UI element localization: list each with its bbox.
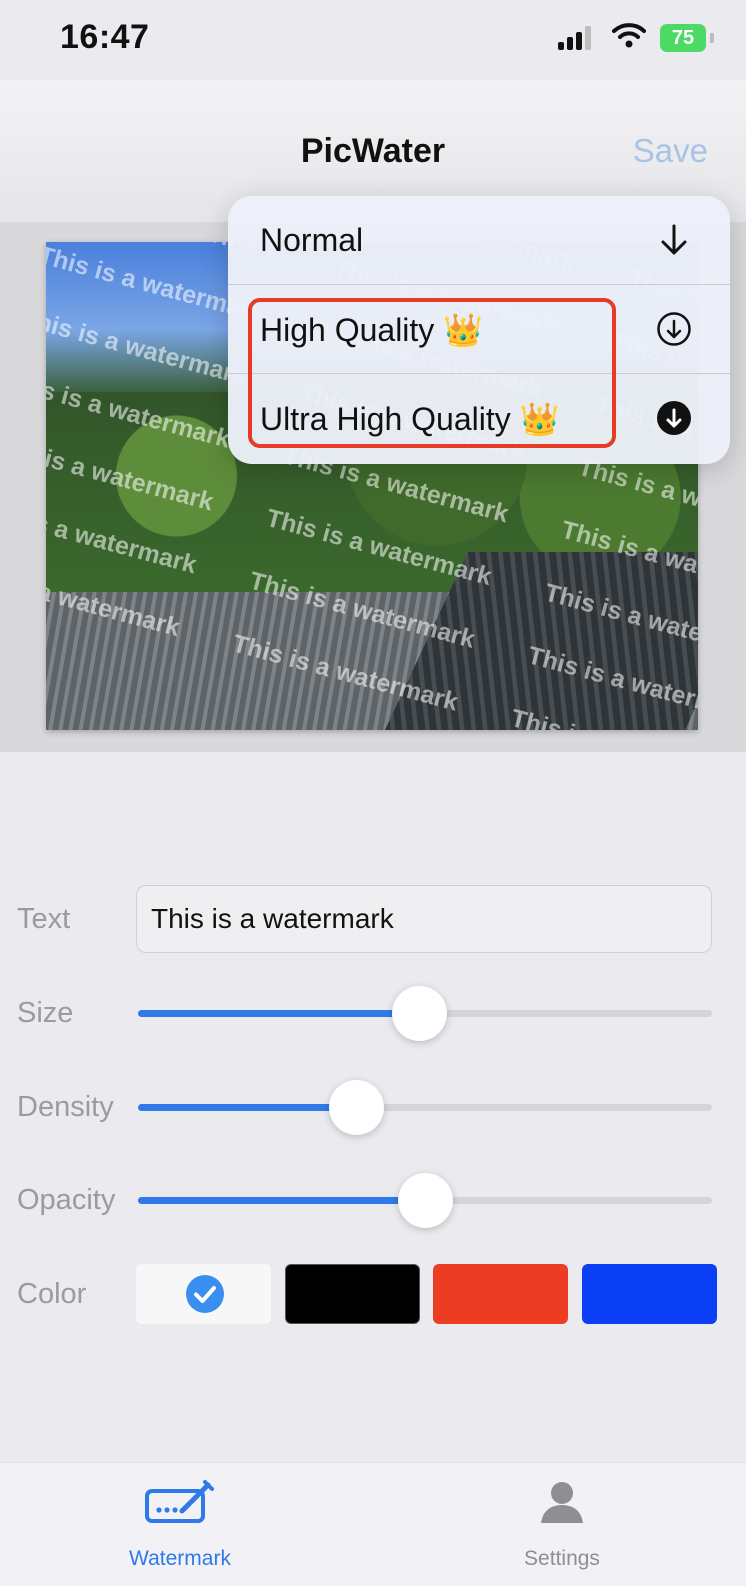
slider-thumb[interactable] bbox=[329, 1080, 384, 1135]
status-bar: 16:47 75 bbox=[0, 0, 746, 80]
premium-options-highlight bbox=[248, 298, 616, 448]
checkmark-icon bbox=[186, 1275, 224, 1313]
tab-settings[interactable]: Settings bbox=[462, 1463, 662, 1586]
menu-item-label: Normal bbox=[260, 222, 364, 258]
slider-fill bbox=[138, 1010, 419, 1017]
color-swatch-black[interactable] bbox=[285, 1264, 420, 1324]
color-swatch-white[interactable] bbox=[136, 1264, 271, 1324]
menu-item-normal[interactable]: Normal bbox=[228, 196, 730, 285]
save-button[interactable]: Save bbox=[633, 132, 708, 170]
text-label: Text bbox=[17, 903, 71, 935]
arrow-down-icon bbox=[661, 224, 687, 255]
person-icon bbox=[541, 1482, 583, 1523]
color-label: Color bbox=[17, 1278, 87, 1310]
opacity-label: Opacity bbox=[17, 1184, 116, 1216]
watermark-text-input[interactable] bbox=[136, 885, 712, 953]
density-label: Density bbox=[17, 1091, 114, 1123]
battery-level: 75 bbox=[671, 27, 695, 49]
tab-label-watermark: Watermark bbox=[129, 1547, 231, 1570]
tab-label-settings: Settings bbox=[524, 1547, 600, 1570]
watermark-edit-icon bbox=[145, 1480, 214, 1523]
size-label: Size bbox=[17, 997, 74, 1029]
status-time: 16:47 bbox=[60, 18, 150, 56]
slider-thumb[interactable] bbox=[392, 986, 447, 1041]
density-slider[interactable] bbox=[138, 1078, 712, 1138]
filled-circle-arrow-down-icon bbox=[657, 401, 691, 435]
cellular-signal-icon bbox=[558, 26, 594, 50]
tab-watermark[interactable]: Watermark bbox=[80, 1463, 280, 1586]
color-swatch-red[interactable] bbox=[433, 1264, 568, 1324]
size-slider[interactable] bbox=[138, 984, 712, 1044]
circle-arrow-down-icon bbox=[657, 312, 691, 346]
tab-bar: Watermark Settings bbox=[0, 1462, 746, 1586]
color-swatch-blue[interactable] bbox=[582, 1264, 717, 1324]
slider-fill bbox=[138, 1197, 425, 1204]
watermark-row: This is a watermarkThis is a watermarkTh… bbox=[46, 555, 698, 730]
wifi-icon bbox=[612, 23, 646, 48]
slider-thumb[interactable] bbox=[398, 1173, 453, 1228]
opacity-slider[interactable] bbox=[138, 1171, 712, 1231]
slider-fill bbox=[138, 1104, 356, 1111]
battery-icon: 75 bbox=[660, 24, 714, 52]
